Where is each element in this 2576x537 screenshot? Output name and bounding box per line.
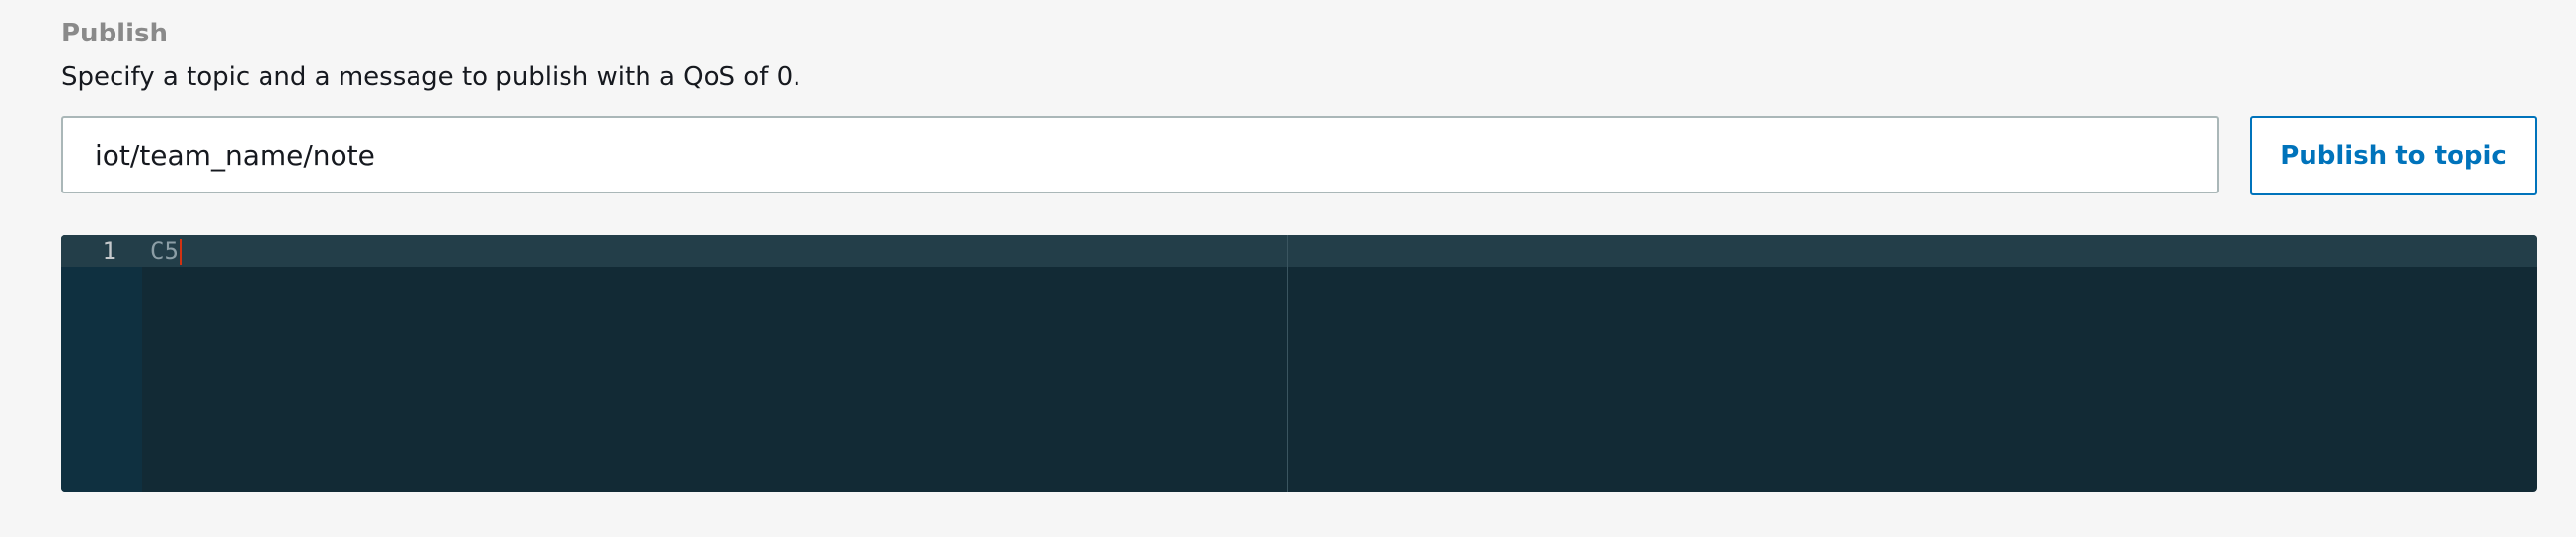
code-text: C5 bbox=[150, 237, 179, 265]
code-line[interactable]: C5 bbox=[150, 235, 182, 267]
section-description: Specify a topic and a message to publish… bbox=[61, 62, 801, 92]
message-editor[interactable]: 1 C5 bbox=[61, 235, 2537, 492]
editor-gutter bbox=[61, 235, 142, 492]
print-margin bbox=[1287, 235, 1288, 492]
publish-to-topic-button[interactable]: Publish to topic bbox=[2250, 116, 2537, 195]
topic-input[interactable] bbox=[61, 116, 2219, 193]
line-number: 1 bbox=[102, 237, 116, 265]
active-line-highlight bbox=[61, 235, 2537, 267]
section-title: Publish bbox=[61, 19, 168, 48]
text-cursor bbox=[179, 239, 182, 265]
